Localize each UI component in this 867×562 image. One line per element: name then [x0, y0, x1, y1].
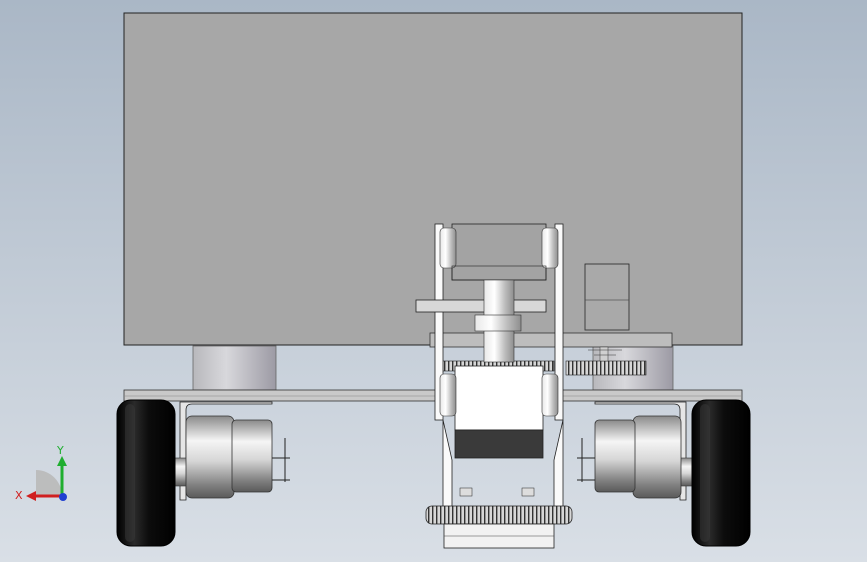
cad-viewport[interactable]: Y X: [0, 0, 867, 562]
chassis-plate[interactable]: [123, 389, 743, 402]
right-drive-motor[interactable]: [577, 415, 694, 499]
left-support-pillar[interactable]: [192, 345, 277, 391]
robot-model-front-view[interactable]: [0, 0, 867, 562]
central-arm-assembly[interactable]: [415, 223, 564, 511]
servo-block[interactable]: [584, 263, 630, 331]
gear-platform[interactable]: [429, 332, 673, 348]
right-gear[interactable]: [565, 360, 647, 376]
left-drive-motor[interactable]: [173, 415, 290, 499]
x-axis-label: X: [15, 489, 23, 502]
z-axis-dot: [59, 493, 67, 501]
y-axis-label: Y: [56, 444, 64, 457]
bottom-drive-gear[interactable]: [425, 505, 573, 525]
axis-triad: Y X: [15, 444, 67, 502]
main-body-box[interactable]: [123, 12, 743, 346]
